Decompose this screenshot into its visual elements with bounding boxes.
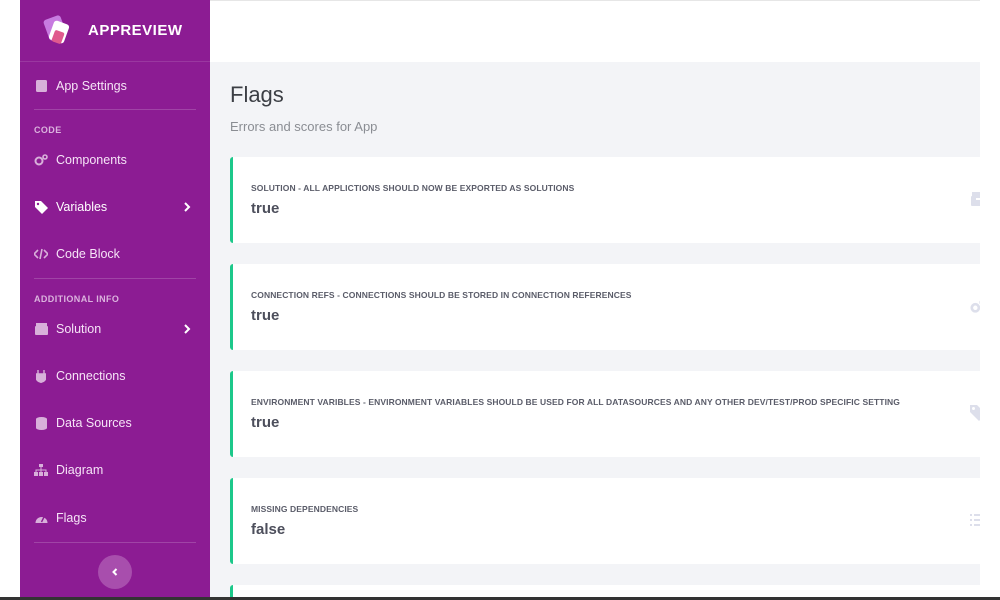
sidebar-divider: [34, 278, 196, 279]
section-heading-code: CODE: [34, 125, 62, 135]
plug-icon: [34, 369, 48, 383]
brand-name: APPREVIEW: [88, 22, 183, 39]
right-window-strip: [980, 0, 1000, 600]
sidebar-item-label: Variables: [56, 200, 108, 214]
chevron-right-icon: [184, 202, 191, 212]
appreview-logo-icon: [43, 14, 70, 44]
sidebar-item-label: Solution: [56, 322, 102, 336]
sidebar-item-label: Code Block: [56, 247, 120, 261]
flag-label: CONNECTION REFS - CONNECTIONS SHOULD BE …: [251, 290, 632, 300]
sidebar-item-code-block[interactable]: Code Block: [20, 231, 210, 277]
flag-card-solution: SOLUTION - ALL APPLICTIONS SHOULD NOW BE…: [230, 157, 990, 243]
flag-card-connection-refs: CONNECTION REFS - CONNECTIONS SHOULD BE …: [230, 264, 990, 350]
sidebar-item-app-settings[interactable]: App Settings: [20, 63, 210, 109]
flag-label: MISSING DEPENDENCIES: [251, 504, 359, 514]
cogs-icon: [34, 153, 48, 167]
flag-card-missing-dependencies: MISSING DEPENDENCIES false: [230, 478, 990, 564]
flag-value: true: [251, 307, 280, 324]
main-content: Flags Errors and scores for App SOLUTION…: [210, 62, 990, 600]
sidebar-toggle-button[interactable]: [98, 555, 132, 589]
sidebar-item-diagram[interactable]: Diagram: [20, 447, 210, 493]
left-window-strip: [0, 0, 20, 600]
sidebar: APPREVIEW App Settings CODE Components V…: [20, 0, 210, 597]
sidebar-item-solution[interactable]: Solution: [20, 306, 210, 352]
gauge-icon: [34, 511, 48, 525]
flag-value: true: [251, 200, 280, 217]
sidebar-item-data-sources[interactable]: Data Sources: [20, 400, 210, 446]
sitemap-icon: [34, 463, 48, 477]
sidebar-item-label: App Settings: [56, 79, 127, 93]
sidebar-divider: [34, 542, 196, 543]
database-icon: [34, 416, 48, 430]
page-subtitle: Errors and scores for App: [230, 119, 378, 134]
sidebar-item-flags[interactable]: Flags: [20, 495, 210, 541]
sidebar-item-connections[interactable]: Connections: [20, 353, 210, 399]
sidebar-item-label: Flags: [56, 511, 87, 525]
square-icon: [34, 79, 48, 93]
topbar: [210, 0, 980, 62]
sidebar-item-label: Diagram: [56, 463, 104, 477]
section-heading-additional-info: ADDITIONAL INFO: [34, 294, 120, 304]
sidebar-item-variables[interactable]: Variables: [20, 184, 210, 230]
sidebar-item-components[interactable]: Components: [20, 137, 210, 183]
page-title: Flags: [230, 82, 284, 107]
sidebar-divider: [34, 109, 196, 110]
chevron-left-icon: [112, 568, 118, 576]
chevron-right-icon: [184, 324, 191, 334]
sidebar-item-label: Components: [56, 153, 127, 167]
flag-value: false: [251, 521, 286, 538]
flag-card-environment-variables: ENVIRONMENT VARIBLES - ENVIRONMENT VARIA…: [230, 371, 990, 457]
brand[interactable]: APPREVIEW: [20, 0, 210, 62]
flag-label: ENVIRONMENT VARIBLES - ENVIRONMENT VARIA…: [251, 397, 900, 407]
box-icon: [34, 322, 48, 336]
sidebar-item-label: Data Sources: [56, 416, 132, 430]
sidebar-item-label: Connections: [56, 369, 126, 383]
flag-label: SOLUTION - ALL APPLICTIONS SHOULD NOW BE…: [251, 183, 575, 193]
code-icon: [34, 247, 48, 261]
flag-value: true: [251, 414, 280, 431]
tag-icon: [34, 200, 48, 214]
